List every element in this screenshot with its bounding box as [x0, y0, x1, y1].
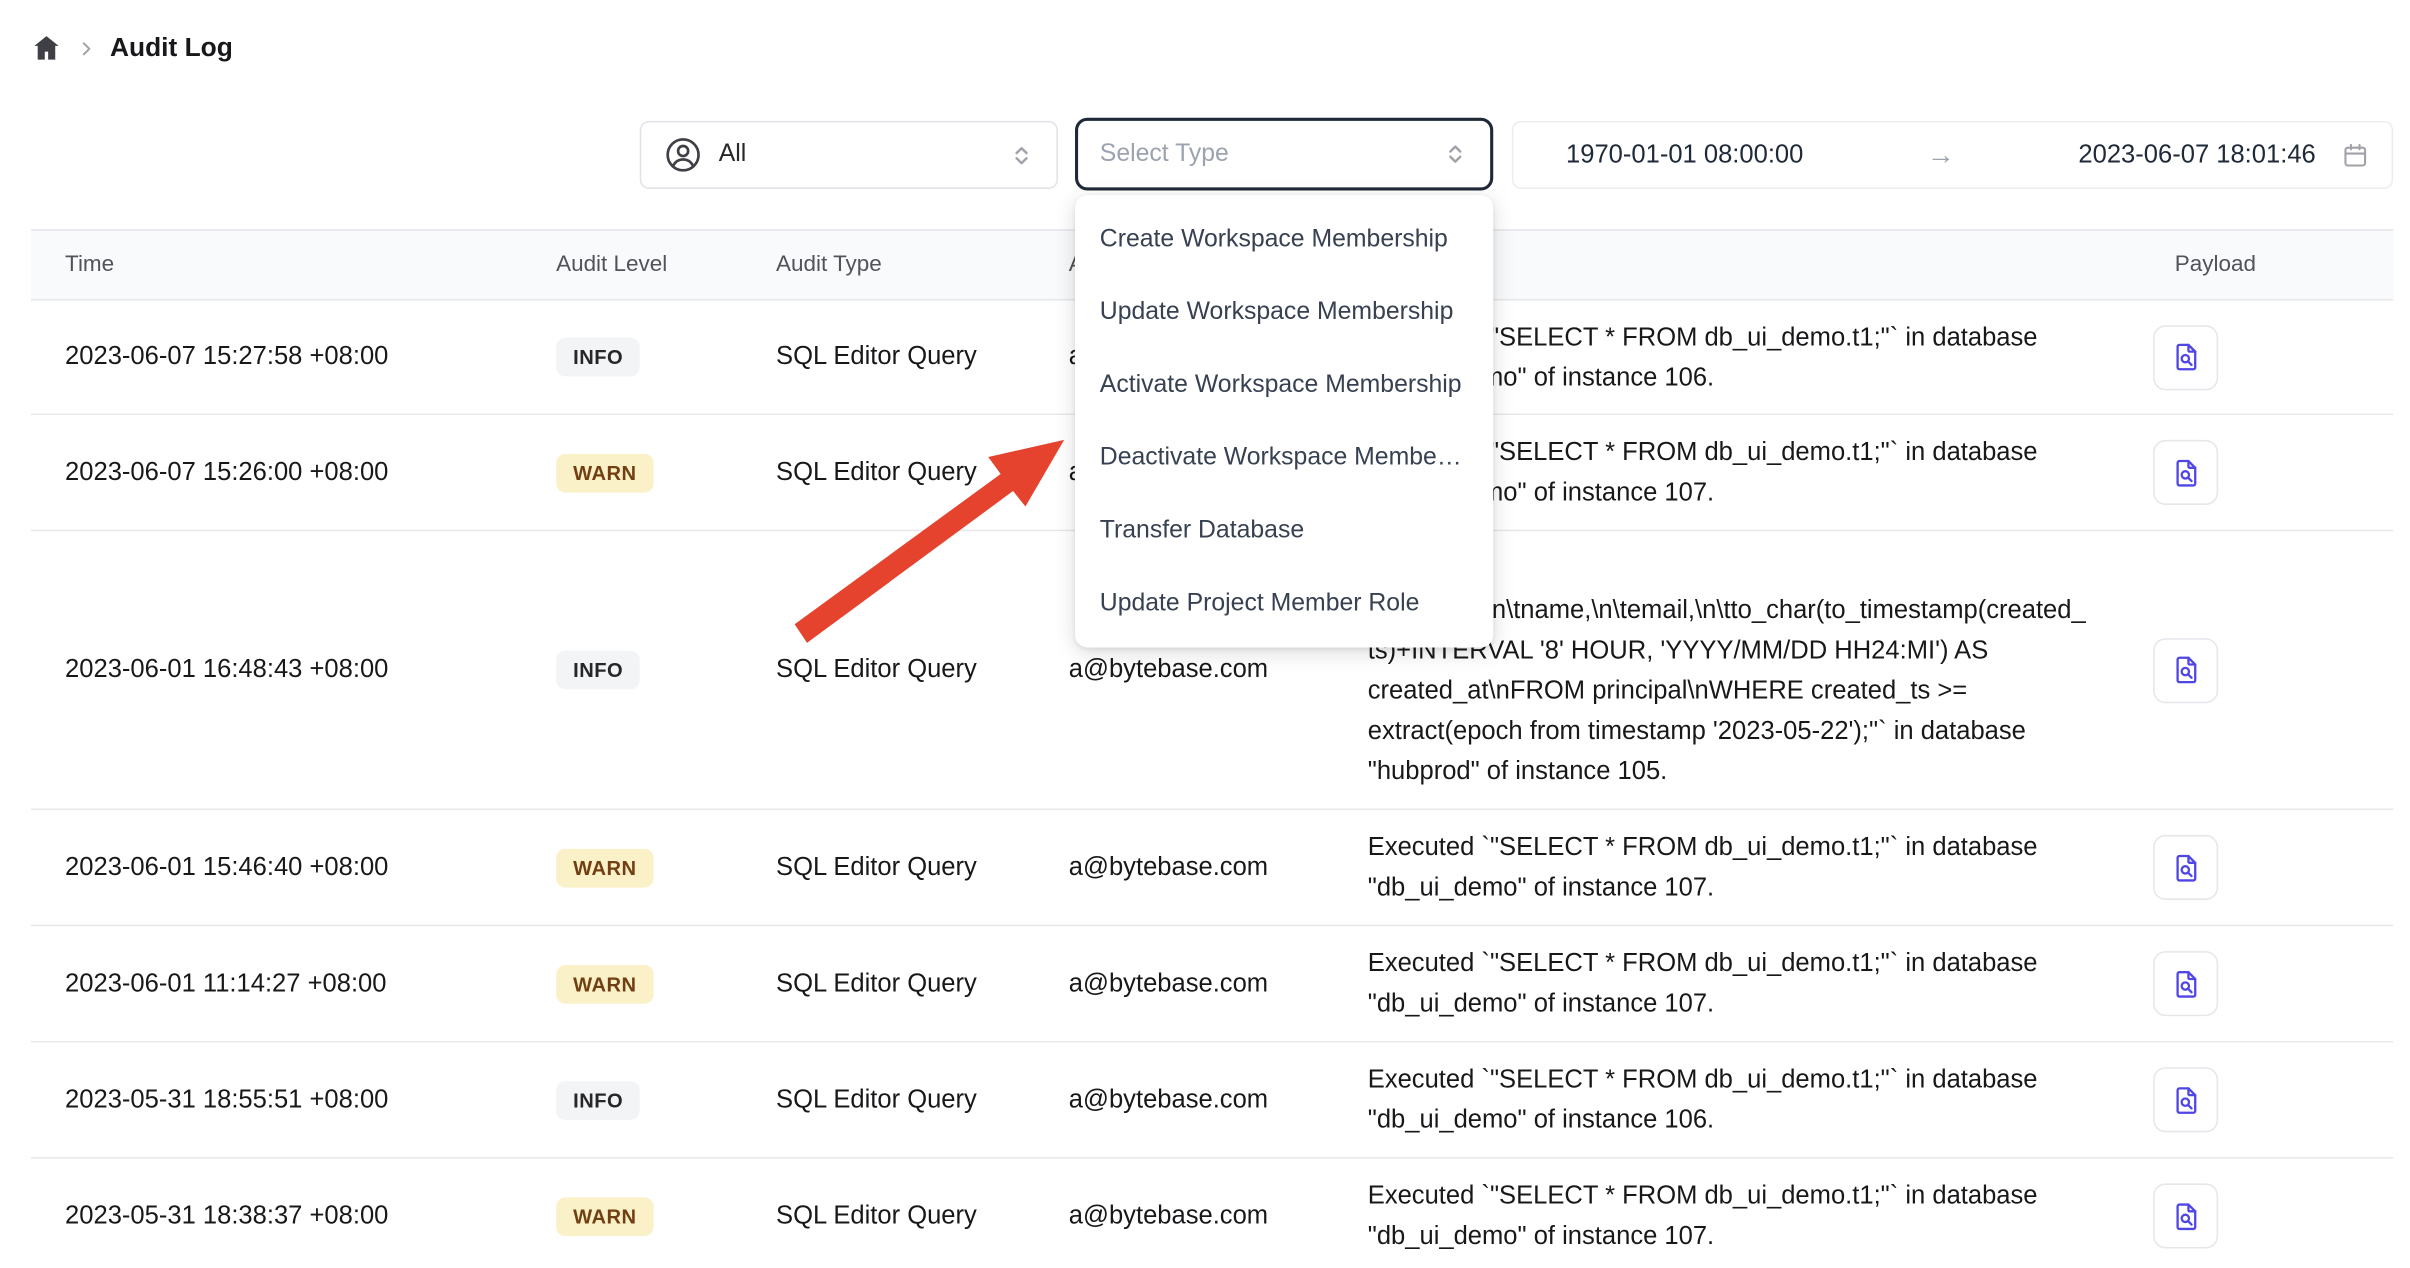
audit-level-badge: INFO — [556, 338, 640, 377]
table-row: 2023-06-01 11:14:27 +08:00 WARN SQL Edit… — [31, 926, 2393, 1042]
audit-comment: Executed `"SELECT * FROM db_ui_demo.t1;"… — [1334, 1176, 2119, 1257]
file-search-icon — [2169, 654, 2202, 687]
file-search-icon — [2169, 1200, 2202, 1233]
payload-view-button[interactable] — [2153, 1067, 2218, 1132]
home-icon[interactable] — [31, 33, 62, 64]
chevrons-up-down-icon — [1442, 141, 1468, 167]
audit-type: SQL Editor Query — [742, 342, 1035, 371]
audit-time: 2023-06-01 15:46:40 +08:00 — [31, 853, 522, 882]
audit-type: SQL Editor Query — [742, 969, 1035, 998]
audit-comment: Executed `"SELECT * FROM db_ui_demo.t1;"… — [1334, 1060, 2119, 1141]
dropdown-option-deactivate-workspace-membership[interactable]: Deactivate Workspace Membership — [1075, 421, 1493, 494]
audit-comment: Executed `"SELECT * FROM db_ui_demo.t1;"… — [1334, 827, 2119, 908]
dropdown-option-update-workspace-membership[interactable]: Update Workspace Membership — [1075, 276, 1493, 349]
dropdown-option-update-project-member-role[interactable]: Update Project Member Role — [1075, 567, 1493, 640]
dropdown-option-activate-workspace-membership[interactable]: Activate Workspace Membership — [1075, 349, 1493, 422]
audit-time: 2023-06-07 15:26:00 +08:00 — [31, 458, 522, 487]
type-filter-placeholder: Select Type — [1100, 140, 1442, 168]
file-search-icon — [2169, 851, 2202, 884]
file-search-icon — [2169, 456, 2202, 489]
audit-time: 2023-06-01 11:14:27 +08:00 — [31, 969, 522, 998]
payload-view-button[interactable] — [2153, 440, 2218, 505]
file-search-icon — [2169, 967, 2202, 1000]
audit-time: 2023-06-07 15:27:58 +08:00 — [31, 342, 522, 371]
audit-time: 2023-05-31 18:55:51 +08:00 — [31, 1085, 522, 1114]
actor-filter-select[interactable]: All — [640, 121, 1058, 189]
page-title: Audit Log — [110, 33, 233, 64]
audit-actor: a@bytebase.com — [1035, 969, 1334, 998]
audit-time: 2023-06-01 16:48:43 +08:00 — [31, 655, 522, 684]
date-range-end[interactable]: 2023-06-07 18:01:46 — [2078, 140, 2315, 169]
table-row: 2023-06-01 15:46:40 +08:00 WARN SQL Edit… — [31, 810, 2393, 926]
column-header-time: Time — [31, 252, 522, 277]
audit-actor: a@bytebase.com — [1035, 1201, 1334, 1230]
audit-level-badge: WARN — [556, 1197, 653, 1236]
audit-type: SQL Editor Query — [742, 458, 1035, 487]
file-search-icon — [2169, 1084, 2202, 1117]
audit-level-badge: WARN — [556, 848, 653, 887]
audit-comment: Executed `"SELECT * FROM db_ui_demo.t1;"… — [1334, 943, 2119, 1024]
audit-time: 2023-05-31 18:38:37 +08:00 — [31, 1201, 522, 1230]
audit-level-badge: WARN — [556, 453, 653, 492]
audit-log-page: Audit Log All Select Type 1970-01-01 08:… — [0, 0, 2410, 1268]
payload-view-button[interactable] — [2153, 951, 2218, 1016]
table-row: 2023-05-31 18:38:37 +08:00 WARN SQL Edit… — [31, 1159, 2393, 1268]
dropdown-option-create-workspace-membership[interactable]: Create Workspace Membership — [1075, 203, 1493, 276]
payload-view-button[interactable] — [2153, 1183, 2218, 1248]
payload-view-button[interactable] — [2153, 637, 2218, 702]
audit-level-badge: WARN — [556, 964, 653, 1003]
arrow-right-icon: → — [1803, 139, 2078, 172]
actor-filter-value: All — [719, 141, 1009, 169]
audit-type: SQL Editor Query — [742, 1201, 1035, 1230]
date-range-picker[interactable]: 1970-01-01 08:00:00 → 2023-06-07 18:01:4… — [1512, 121, 2393, 189]
column-header-audit-level: Audit Level — [522, 252, 742, 277]
column-header-audit-type: Audit Type — [742, 252, 1035, 277]
audit-level-badge: INFO — [556, 1080, 640, 1119]
dropdown-option-transfer-database[interactable]: Transfer Database — [1075, 494, 1493, 567]
audit-actor: a@bytebase.com — [1035, 655, 1334, 684]
audit-level-badge: INFO — [556, 651, 640, 690]
breadcrumb: Audit Log — [31, 22, 233, 75]
chevrons-up-down-icon — [1008, 142, 1034, 168]
type-filter-dropdown: Create Workspace Membership Update Works… — [1075, 195, 1493, 647]
audit-actor: a@bytebase.com — [1035, 1085, 1334, 1114]
audit-type: SQL Editor Query — [742, 655, 1035, 684]
person-circle-icon — [663, 135, 703, 175]
column-header-payload: Payload — [2119, 252, 2393, 277]
type-filter-select[interactable]: Select Type — [1075, 118, 1493, 191]
calendar-icon — [2341, 140, 2370, 169]
date-range-start[interactable]: 1970-01-01 08:00:00 — [1566, 140, 1803, 169]
chevron-right-icon — [76, 38, 96, 58]
table-row: 2023-05-31 18:55:51 +08:00 INFO SQL Edit… — [31, 1042, 2393, 1158]
audit-actor: a@bytebase.com — [1035, 853, 1334, 882]
payload-view-button[interactable] — [2153, 835, 2218, 900]
payload-view-button[interactable] — [2153, 325, 2218, 390]
audit-type: SQL Editor Query — [742, 853, 1035, 882]
file-search-icon — [2169, 341, 2202, 374]
audit-type: SQL Editor Query — [742, 1085, 1035, 1114]
